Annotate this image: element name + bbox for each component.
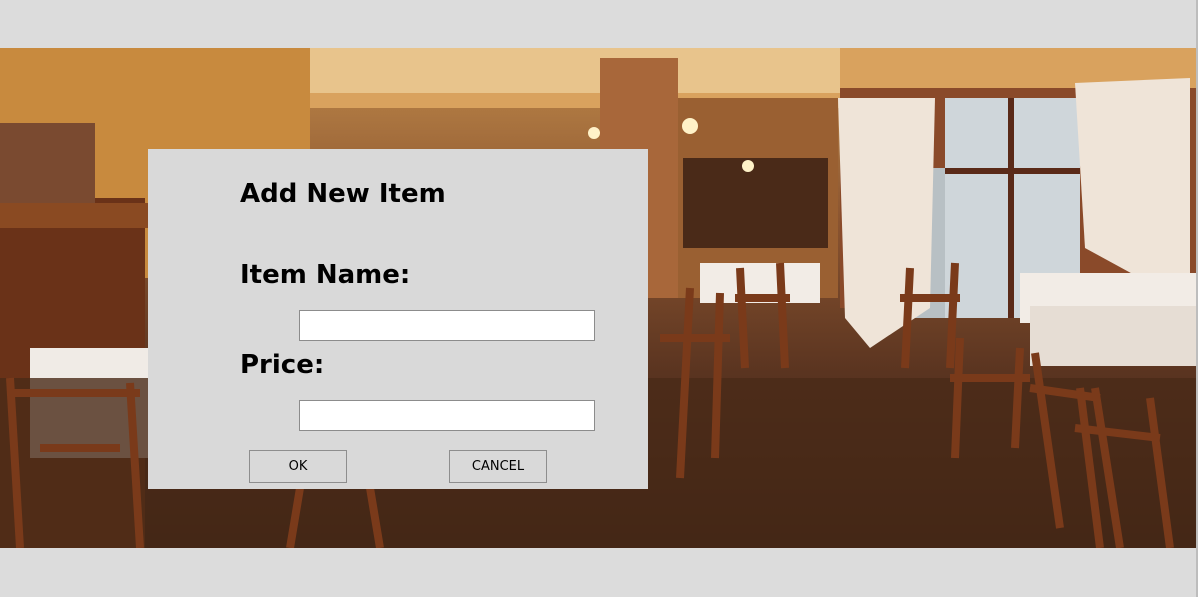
app-window: Add New Item Item Name: Price: OK CANCEL bbox=[0, 0, 1198, 597]
item-name-input[interactable] bbox=[299, 310, 595, 341]
cancel-button[interactable]: CANCEL bbox=[449, 450, 547, 483]
ok-button[interactable]: OK bbox=[249, 450, 347, 483]
add-item-dialog: Add New Item Item Name: Price: OK CANCEL bbox=[148, 149, 648, 489]
item-name-label: Item Name: bbox=[240, 260, 411, 290]
dialog-title: Add New Item bbox=[240, 179, 446, 209]
price-input[interactable] bbox=[299, 400, 595, 431]
price-label: Price: bbox=[240, 350, 325, 380]
